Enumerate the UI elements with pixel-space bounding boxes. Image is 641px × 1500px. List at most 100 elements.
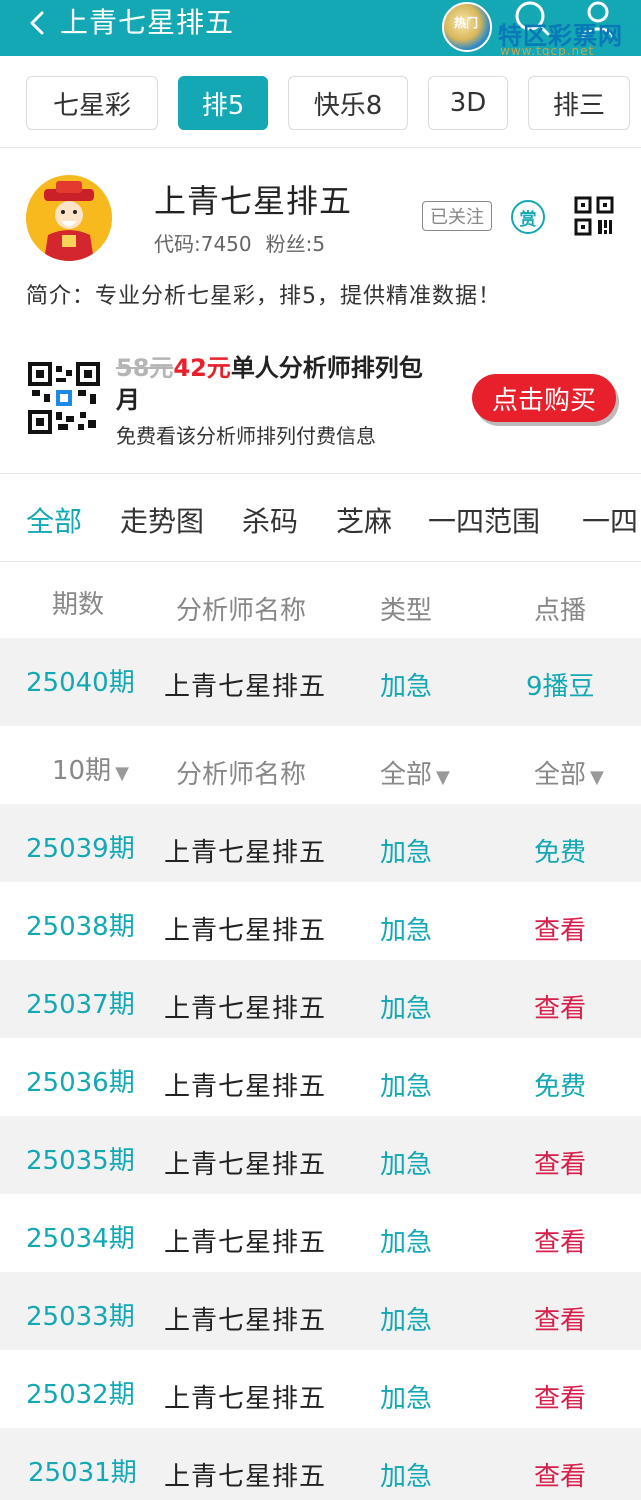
current-table-header: 期数 分析师名称 类型 点播 — [0, 562, 641, 638]
hot-badge-icon[interactable]: 热门 — [442, 2, 492, 52]
row-analyst-name: 上青七星排五 — [164, 1306, 327, 1336]
tab-3d[interactable]: 3D — [428, 76, 508, 130]
hot-badge-label: 热门 — [454, 16, 479, 30]
tab-pai5[interactable]: 排5 — [178, 76, 268, 130]
row-type: 加急 — [380, 994, 433, 1024]
row-play-button[interactable]: 免费 — [534, 1066, 586, 1103]
row-issue: 25040期 — [26, 668, 135, 698]
tab-pai3[interactable]: 排三 — [528, 76, 630, 130]
analyst-fans: 粉丝:5 — [265, 232, 326, 256]
row-issue: 25037期 — [26, 990, 135, 1020]
row-analyst-name: 上青七星排五 — [164, 1228, 327, 1258]
row-type: 加急 — [380, 1228, 433, 1258]
row-analyst-name: 上青七星排五 — [164, 838, 327, 868]
analyst-intro: 简介：专业分析七星彩，排5，提供精准数据！ — [26, 284, 501, 309]
promo-qr-code-icon[interactable] — [28, 362, 100, 434]
type-filter-dropdown[interactable]: 全部 ▼ — [380, 754, 450, 791]
header-analyst-name-2: 分析师名称 — [176, 760, 307, 790]
row-type: 加急 — [380, 1306, 433, 1336]
tab-zhima[interactable]: 芝麻 — [336, 500, 392, 540]
row-issue: 25039期 — [26, 834, 135, 864]
row-analyst-name: 上青七星排五 — [164, 1072, 327, 1102]
analyst-code: 代码:7450 — [154, 232, 252, 256]
table-row[interactable]: 25037期 上青七星排五 加急 查看 — [0, 960, 641, 1038]
row-analyst-name: 上青七星排五 — [164, 994, 327, 1024]
page-title: 上青七星排五 — [60, 6, 235, 39]
header-play: 点播 — [534, 596, 587, 626]
header-issue: 期数 — [52, 590, 105, 620]
row-play-button[interactable]: 免费 — [534, 832, 586, 869]
reward-icon[interactable]: 赏 — [511, 200, 545, 234]
table-row[interactable]: 25035期 上青七星排五 加急 查看 — [0, 1116, 641, 1194]
row-issue: 25035期 — [26, 1146, 135, 1176]
analyst-name: 上青七星排五 — [154, 182, 353, 220]
row-issue: 25033期 — [26, 1302, 135, 1332]
analyst-profile: 上青七星排五 代码:7450 粉丝:5 已关注 赏 简介：专业分析七星彩，排5，提… — [0, 148, 641, 474]
row-play-button[interactable]: 9播豆 — [526, 666, 595, 703]
row-analyst-name: 上青七星排五 — [164, 672, 327, 702]
row-play-button[interactable]: 查看 — [534, 1144, 586, 1181]
avatar[interactable] — [26, 175, 112, 261]
row-analyst-name: 上青七星排五 — [164, 1462, 327, 1492]
analyst-meta: 代码:7450 粉丝:5 — [154, 228, 339, 257]
row-type: 加急 — [380, 1384, 433, 1414]
promo-subtitle: 免费看该分析师排列付费信息 — [116, 424, 376, 448]
period-filter-dropdown[interactable]: 10期 ▼ — [52, 750, 129, 787]
table-row[interactable]: 25032期 上青七星排五 加急 查看 — [0, 1350, 641, 1428]
tab-all[interactable]: 全部 — [26, 500, 82, 540]
row-analyst-name: 上青七星排五 — [164, 916, 327, 946]
tab-1-4[interactable]: 一四 — [582, 500, 638, 540]
caret-down-icon: ▼ — [436, 767, 450, 788]
type-filter-label: 全部 — [380, 760, 433, 790]
tab-kill-code[interactable]: 杀码 — [242, 500, 298, 540]
row-play-button[interactable]: 查看 — [534, 910, 586, 947]
table-row[interactable]: 25038期 上青七星排五 加急 查看 — [0, 882, 641, 960]
header-type: 类型 — [380, 596, 433, 626]
history-filter-header: 10期 ▼ 分析师名称 全部 ▼ 全部 ▼ — [0, 726, 641, 804]
buy-button[interactable]: 点击购买 — [472, 374, 616, 422]
row-type: 加急 — [380, 838, 433, 868]
back-arrow-icon[interactable] — [24, 8, 52, 38]
row-play-button[interactable]: 查看 — [534, 1300, 586, 1337]
tab-kuaile8[interactable]: 快乐8 — [288, 76, 408, 130]
row-issue: 25031期 — [28, 1458, 137, 1488]
table-row[interactable]: 25031期 上青七星排五 加急 查看 — [0, 1428, 641, 1500]
lottery-tab-bar: 七星彩 排5 快乐8 3D 排三 — [0, 56, 641, 148]
row-type: 加急 — [380, 916, 433, 946]
header-analyst-name: 分析师名称 — [176, 596, 307, 626]
row-type: 加急 — [380, 1150, 433, 1180]
table-row[interactable]: 25034期 上青七星排五 加急 查看 — [0, 1194, 641, 1272]
row-analyst-name: 上青七星排五 — [164, 1384, 327, 1414]
promo-new-price: 42元 — [173, 354, 231, 382]
play-filter-dropdown[interactable]: 全部 ▼ — [534, 754, 604, 791]
row-type: 加急 — [380, 1462, 433, 1492]
row-play-button[interactable]: 查看 — [534, 988, 586, 1025]
caret-down-icon: ▼ — [115, 763, 129, 784]
row-type: 加急 — [380, 1072, 433, 1102]
top-bar: 上青七星排五 热门 特区彩票网 www.tqcp.net — [0, 0, 641, 58]
table-row[interactable]: 25036期 上青七星排五 加急 免费 — [0, 1038, 641, 1116]
tab-trend-chart[interactable]: 走势图 — [120, 500, 204, 540]
table-row[interactable]: 25033期 上青七星排五 加急 查看 — [0, 1272, 641, 1350]
qr-code-icon[interactable] — [574, 196, 614, 236]
tab-range-1-4[interactable]: 一四范围 — [428, 500, 540, 540]
row-type: 加急 — [380, 672, 433, 702]
promo-old-price: 58元 — [116, 354, 174, 382]
row-play-button[interactable]: 查看 — [534, 1456, 586, 1493]
table-row[interactable]: 25040期 上青七星排五 加急 9播豆 — [0, 638, 641, 726]
promo-title: 58元42元单人分析师排列包月 — [116, 352, 446, 416]
row-issue: 25036期 — [26, 1068, 135, 1098]
tab-qixingcai[interactable]: 七星彩 — [26, 76, 158, 130]
row-play-button[interactable]: 查看 — [534, 1222, 586, 1259]
play-filter-label: 全部 — [534, 760, 587, 790]
row-analyst-name: 上青七星排五 — [164, 1150, 327, 1180]
table-row[interactable]: 25039期 上青七星排五 加急 免费 — [0, 804, 641, 882]
row-play-button[interactable]: 查看 — [534, 1378, 586, 1415]
period-filter-label: 10期 — [52, 756, 112, 786]
row-issue: 25038期 — [26, 912, 135, 942]
row-issue: 25032期 — [26, 1380, 135, 1410]
follow-button[interactable]: 已关注 — [422, 201, 492, 231]
category-tab-bar: 全部 走势图 杀码 芝麻 一四范围 一四 — [0, 474, 641, 562]
caret-down-icon: ▼ — [590, 767, 604, 788]
row-issue: 25034期 — [26, 1224, 135, 1254]
